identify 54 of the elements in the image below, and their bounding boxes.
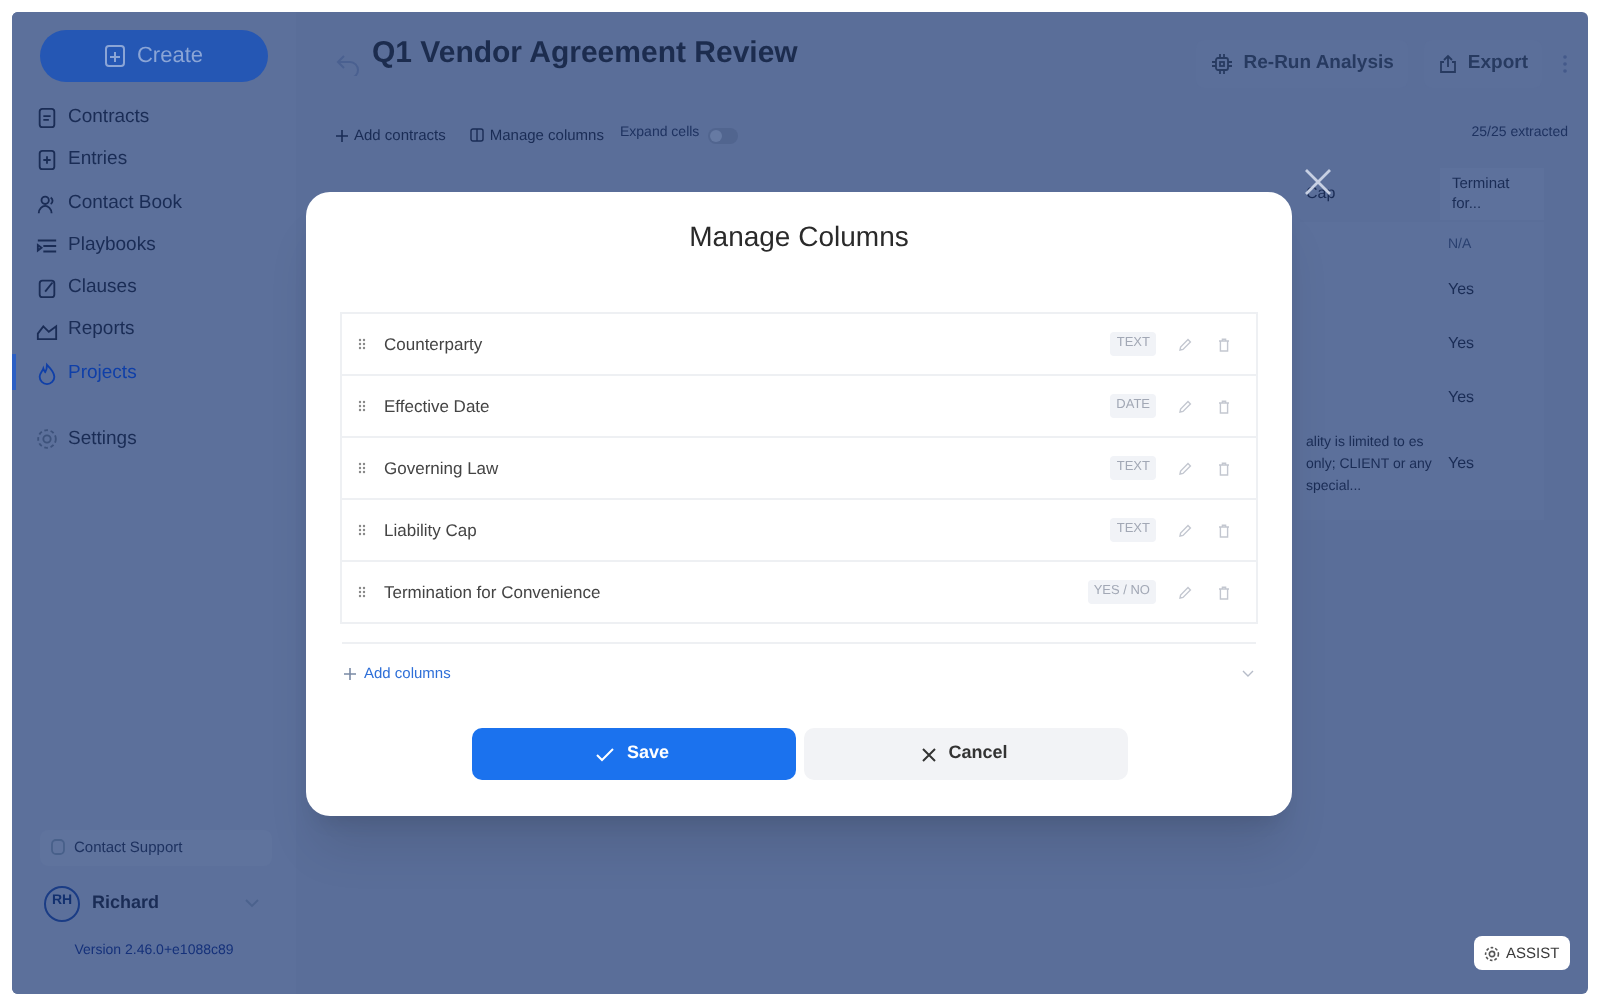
sidebar-item[interactable]: Entries [68, 146, 128, 175]
sidebar-item[interactable]: Playbooks [68, 231, 156, 260]
table-cell-text: Yes [1446, 452, 1475, 477]
sidebar-item[interactable]: Projects [68, 359, 137, 388]
drag-handle-icon[interactable] [358, 338, 366, 350]
create-button[interactable]: Create [40, 30, 268, 82]
delete-icon[interactable] [1218, 585, 1230, 599]
column-name: Counterparty [384, 331, 483, 357]
edit-icon[interactable] [1178, 523, 1192, 537]
delete-icon[interactable] [1218, 399, 1230, 413]
people-icon [36, 191, 58, 216]
plus-icon [344, 667, 356, 679]
delete-icon[interactable] [1218, 461, 1230, 475]
chip-icon [1209, 52, 1234, 76]
sidebar-item[interactable]: Clauses [68, 274, 137, 303]
share-icon [1437, 54, 1458, 74]
file-icon [36, 106, 58, 131]
close-icon [922, 747, 937, 761]
table-cell-text: Yes [1446, 385, 1475, 410]
settings-icon [36, 428, 58, 451]
sidebar-item[interactable]: Contact Book [68, 189, 183, 218]
column-name: Termination for Convenience [384, 579, 601, 605]
sidebar-item[interactable]: Contracts [68, 104, 150, 133]
page-title: Q1 Vendor Agreement Review [372, 33, 798, 74]
drag-handle-icon[interactable] [358, 524, 366, 536]
drag-handle-icon[interactable] [358, 462, 366, 474]
edit-icon [36, 276, 58, 301]
columns-icon [469, 128, 484, 143]
table-cell-text: Yes [1446, 277, 1475, 302]
edit-icon[interactable] [1178, 585, 1192, 599]
sidebar-item[interactable]: Reports [68, 316, 135, 345]
edit-icon[interactable] [1178, 399, 1192, 413]
check-icon [596, 747, 615, 761]
edit-icon[interactable] [1178, 337, 1192, 351]
plus-icon [336, 129, 348, 142]
delete-icon[interactable] [1218, 523, 1230, 537]
cancel-button[interactable]: Cancel [803, 728, 1127, 780]
table-cell-text: Yes [1446, 331, 1475, 356]
column-name: Liability Cap [384, 517, 477, 543]
edit-icon[interactable] [1178, 461, 1192, 475]
chevron-down-icon[interactable] [1242, 669, 1254, 677]
drag-handle-icon[interactable] [358, 400, 366, 412]
column-name: Governing Law [384, 455, 499, 481]
drag-handle-icon[interactable] [358, 586, 366, 598]
sidebar-item[interactable]: Settings [68, 425, 137, 454]
dialog-title: Manage Columns [687, 218, 911, 256]
gear-icon [1484, 945, 1500, 961]
plus-file-icon [104, 44, 127, 68]
delete-icon[interactable] [1218, 337, 1230, 351]
user-name[interactable]: Richard [92, 889, 160, 917]
save-button[interactable]: Save [471, 728, 795, 780]
column-name: Effective Date [384, 393, 490, 419]
flame-icon [36, 361, 58, 386]
document-icon [36, 148, 58, 173]
